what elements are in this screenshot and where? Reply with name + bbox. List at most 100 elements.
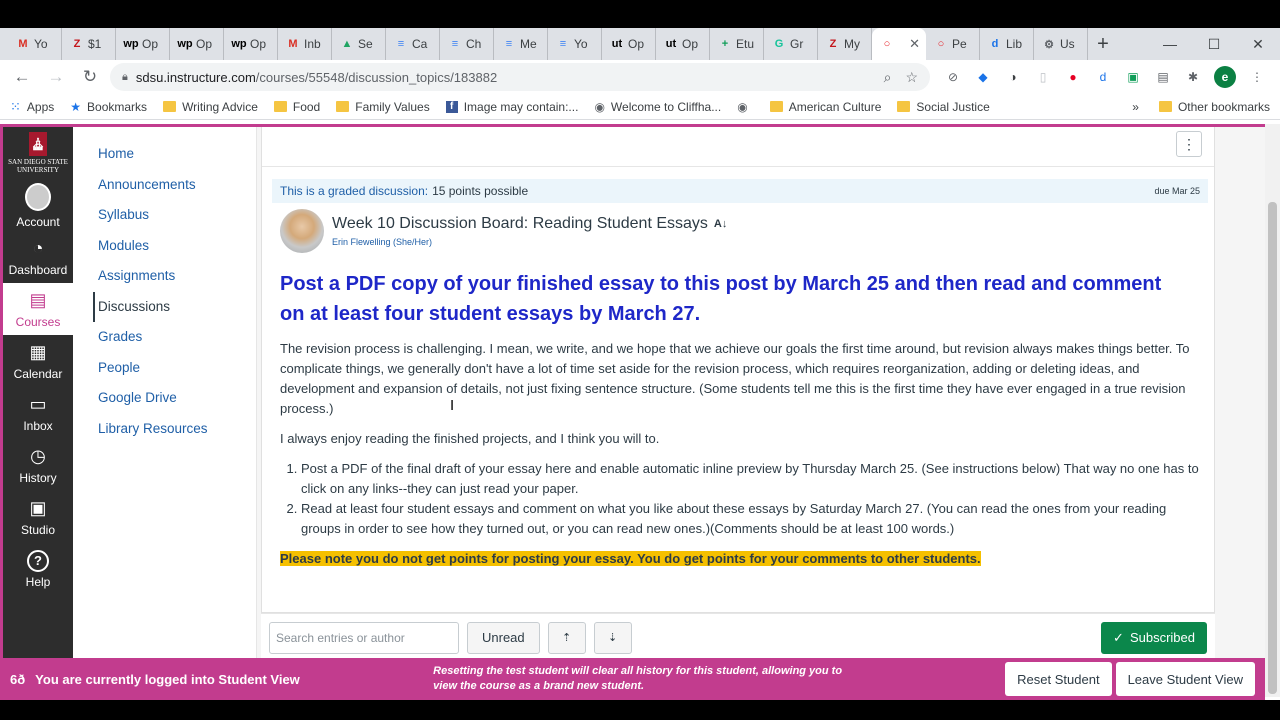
bookmark-item[interactable]: ◉ <box>737 100 753 114</box>
bookmark-item[interactable]: Social Justice <box>897 100 990 114</box>
global-nav-account[interactable]: Account <box>3 179 73 231</box>
block-extension-icon[interactable]: ⊘ <box>944 68 962 86</box>
address-bar[interactable]: 🔒︎ sdsu.instructure.com/courses/55548/di… <box>110 63 930 91</box>
courses-icon: ▤ <box>29 290 47 310</box>
page-extension-icon[interactable]: ▯ <box>1034 68 1052 86</box>
course-nav-syllabus[interactable]: Syllabus <box>73 200 256 231</box>
pinterest-icon[interactable]: ● <box>1064 68 1082 86</box>
tab-label: Op <box>682 37 699 51</box>
new-tab-button[interactable]: + <box>1088 28 1118 60</box>
discussion-title: Week 10 Discussion Board: Reading Studen… <box>332 215 708 232</box>
tab-label: Yo <box>34 37 48 51</box>
browser-tab[interactable]: G Gr <box>764 28 818 60</box>
bookmark-item[interactable]: f Image may contain:... <box>445 100 578 114</box>
green-extension-icon[interactable]: ▣ <box>1124 68 1142 86</box>
tab-label: Yo <box>574 37 588 51</box>
bookmark-label: Writing Advice <box>182 99 258 114</box>
reload-icon[interactable]: ↻ <box>76 63 104 91</box>
bookmark-item[interactable]: American Culture <box>769 99 882 114</box>
course-nav-library-resources[interactable]: Library Resources <box>73 414 256 445</box>
other-bookmarks[interactable]: Other bookmarks <box>1158 100 1270 114</box>
bookmark-item[interactable]: ◉ Welcome to Cliffha... <box>594 100 721 114</box>
browser-tab[interactable]: wp Op <box>170 28 224 60</box>
tab-label: Op <box>250 37 267 51</box>
tab-favicon-icon: ut <box>611 38 623 50</box>
circle-extension-icon[interactable]: ◑ <box>1004 68 1022 86</box>
course-nav-modules[interactable]: Modules <box>73 231 256 262</box>
author-name[interactable]: Erin Flewelling (She/Her) <box>332 237 727 247</box>
browser-tab[interactable]: wp Op <box>116 28 170 60</box>
course-nav-assignments[interactable]: Assignments <box>73 261 256 292</box>
browser-tab[interactable]: d Lib <box>980 28 1034 60</box>
course-nav-people[interactable]: People <box>73 353 256 384</box>
forward-icon[interactable]: → <box>42 63 70 91</box>
browser-tab[interactable]: + Etu <box>710 28 764 60</box>
more-options-icon[interactable]: ⋮ <box>1176 131 1202 157</box>
page-scrollbar[interactable] <box>1265 124 1280 697</box>
browser-tab[interactable]: ≡ Me <box>494 28 548 60</box>
course-nav-google-drive[interactable]: Google Drive <box>73 383 256 414</box>
browser-tab[interactable]: ▲ Se <box>332 28 386 60</box>
browser-tab[interactable]: ut Op <box>656 28 710 60</box>
apps-bookmark[interactable]: ⁙ Apps <box>10 99 54 115</box>
search-entries-input[interactable]: Search entries or author <box>269 621 459 654</box>
course-nav-grades[interactable]: Grades <box>73 322 256 353</box>
browser-tab[interactable]: Z $1 <box>62 28 116 60</box>
sort-icon[interactable]: A↓ <box>714 218 727 230</box>
maximize-icon[interactable]: ☐ <box>1192 28 1236 60</box>
collapse-replies-icon[interactable]: ⇡ <box>547 621 586 654</box>
puzzle-extensions-icon[interactable]: ✱ <box>1184 68 1202 86</box>
bookmark-star-icon[interactable]: ☆ <box>905 69 918 86</box>
minimize-icon[interactable]: — <box>1148 28 1192 60</box>
global-nav-inbox[interactable]: ▭ Inbox <box>3 387 73 439</box>
bookmark-item[interactable]: Food <box>273 100 320 114</box>
course-nav-discussions[interactable]: Discussions <box>93 291 256 322</box>
back-icon[interactable]: ← <box>8 63 36 91</box>
grey-extension-icon[interactable]: ▤ <box>1154 68 1172 86</box>
browser-tab[interactable]: ○ ✕ <box>872 28 926 60</box>
bookmark-item[interactable]: Family Values <box>336 100 430 114</box>
graduation-extension-icon[interactable]: ◆ <box>974 68 992 86</box>
browser-menu-icon[interactable]: ⋮ <box>1248 68 1266 86</box>
university-logo[interactable]: ⛪︎ San Diego State University <box>3 127 73 179</box>
bookmark-item[interactable]: ★ Bookmarks <box>70 100 147 114</box>
global-nav-calendar[interactable]: ▦ Calendar <box>3 335 73 387</box>
tab-label: Us <box>1060 37 1075 51</box>
course-nav-announcements[interactable]: Announcements <box>73 170 256 201</box>
bookmark-item[interactable]: Writing Advice <box>163 100 258 114</box>
global-nav-dashboard[interactable]: ◔ Dashboard <box>3 231 73 283</box>
expand-replies-icon[interactable]: ⇣ <box>593 621 632 654</box>
tab-favicon-icon: ○ <box>937 38 945 50</box>
browser-tab[interactable]: ○ Pe <box>926 28 980 60</box>
more-bookmarks-icon[interactable]: » <box>1132 100 1139 114</box>
docs-extension-icon[interactable]: d <box>1094 68 1112 86</box>
author-avatar[interactable] <box>280 209 324 253</box>
facebook-icon: f <box>445 100 458 113</box>
tab-favicon-icon: ⚙ <box>1044 38 1054 51</box>
browser-tab[interactable]: M Yo <box>8 28 62 60</box>
zoom-icon[interactable]: ⌕ <box>884 69 892 86</box>
leave-student-view-button[interactable]: Leave Student View <box>1115 662 1255 696</box>
close-window-icon[interactable]: ✕ <box>1236 28 1280 60</box>
browser-tab[interactable]: ≡ Ca <box>386 28 440 60</box>
browser-tab[interactable]: Z My <box>818 28 872 60</box>
reset-student-button[interactable]: Reset Student <box>1005 662 1112 696</box>
browser-tab[interactable]: ut Op <box>602 28 656 60</box>
unread-filter-button[interactable]: Unread <box>467 621 540 654</box>
close-tab-icon[interactable]: ✕ <box>909 36 920 52</box>
global-nav-history[interactable]: ◷ History <box>3 439 73 491</box>
global-nav-help[interactable]: ? Help <box>3 543 73 595</box>
bookmark-label: American Culture <box>788 99 882 114</box>
scrollbar-thumb[interactable] <box>1268 202 1277 694</box>
profile-avatar[interactable]: e <box>1214 66 1236 88</box>
browser-tab[interactable]: ⚙ Us <box>1034 28 1088 60</box>
browser-tab[interactable]: M Inb <box>278 28 332 60</box>
course-nav-home[interactable]: Home <box>73 139 256 170</box>
browser-tab[interactable]: wp Op <box>224 28 278 60</box>
global-nav-courses[interactable]: ▤ Courses <box>3 283 73 335</box>
window-titlebar <box>0 0 1280 28</box>
browser-tab[interactable]: ≡ Yo <box>548 28 602 60</box>
browser-tab[interactable]: ≡ Ch <box>440 28 494 60</box>
subscribed-button[interactable]: ✓ Subscribed <box>1101 621 1207 654</box>
global-nav-studio[interactable]: ▣ Studio <box>3 491 73 543</box>
